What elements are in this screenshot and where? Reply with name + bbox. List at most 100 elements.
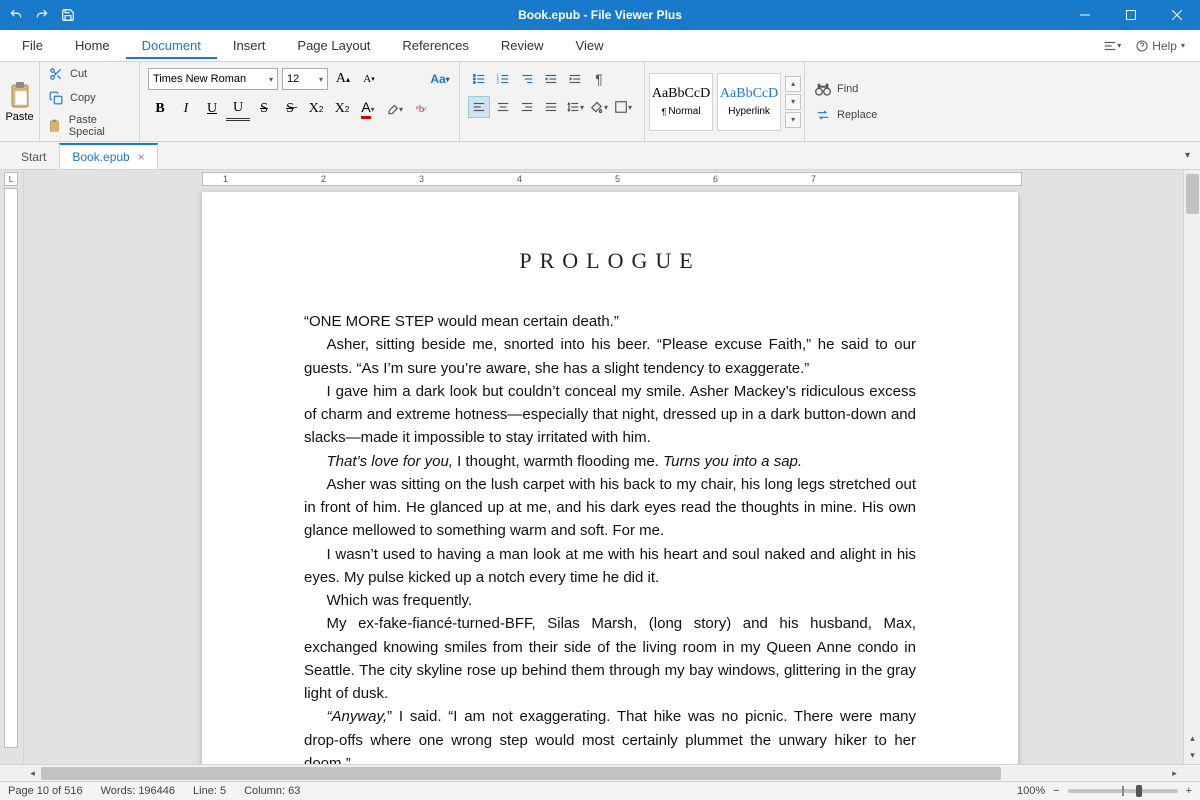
paragraph: Asher was sitting on the lush carpet wit… (304, 473, 916, 543)
replace-icon (815, 107, 831, 123)
window-title: Book.epub - File Viewer Plus (518, 8, 682, 22)
underline-button[interactable]: U (200, 97, 224, 121)
horizontal-ruler[interactable]: 1 2 3 4 5 6 7 (24, 170, 1183, 188)
menu-review[interactable]: Review (485, 32, 560, 59)
close-button[interactable] (1154, 0, 1200, 30)
statusbar: Page 10 of 516 Words: 196446 Line: 5 Col… (0, 781, 1200, 800)
titlebar: Book.epub - File Viewer Plus (0, 0, 1200, 30)
paste-special-button[interactable]: Paste Special (44, 112, 135, 140)
tabbar-expand-icon[interactable]: ▾ (1181, 148, 1194, 163)
line-spacing-icon[interactable]: ▾ (564, 96, 586, 118)
zoom-value[interactable]: 100% (1017, 785, 1045, 797)
document-body[interactable]: “ONE MORE STEP would mean certain death.… (304, 310, 916, 764)
decrease-indent-icon[interactable] (540, 68, 562, 90)
font-size-value: 12 (287, 73, 299, 85)
zoom-slider[interactable] (1068, 789, 1178, 793)
styles-scroll-down[interactable]: ▾ (785, 94, 801, 110)
horizontal-scrollbar[interactable]: ◂ ▸ (0, 764, 1200, 781)
menu-document[interactable]: Document (126, 32, 217, 59)
replace-button[interactable]: Replace (811, 105, 887, 125)
highlight-button[interactable]: ▾ (382, 97, 406, 121)
scroll-up-icon[interactable]: ▴ (1184, 730, 1200, 747)
change-case-button[interactable]: Aa▾ (429, 68, 451, 90)
status-column: Column: 63 (244, 785, 300, 797)
menu-page-layout[interactable]: Page Layout (281, 32, 386, 59)
page[interactable]: PROLOGUE “ONE MORE STEP would mean certa… (202, 192, 1018, 764)
paste-button[interactable]: Paste (1, 77, 37, 127)
scroll-down-icon[interactable]: ▾ (1184, 747, 1200, 764)
font-name-select[interactable]: Times New Roman ▾ (148, 68, 278, 90)
menu-insert[interactable]: Insert (217, 32, 282, 59)
vertical-scrollbar[interactable]: ▴ ▾ (1183, 170, 1200, 764)
tab-start[interactable]: Start (8, 144, 59, 169)
borders-icon[interactable]: ▾ (612, 96, 634, 118)
scrollbar-thumb[interactable] (1186, 174, 1199, 214)
zoom-out-icon[interactable]: − (1053, 785, 1059, 797)
chevron-down-icon: ▾ (269, 75, 273, 84)
multilevel-list-icon[interactable] (516, 68, 538, 90)
status-page[interactable]: Page 10 of 516 (8, 785, 83, 797)
status-words[interactable]: Words: 196446 (101, 785, 175, 797)
font-color-button[interactable]: A▾ (356, 97, 380, 121)
help-button[interactable]: Help▾ (1127, 34, 1194, 58)
scroll-left-icon[interactable]: ◂ (24, 765, 41, 782)
double-underline-button[interactable]: U (226, 97, 250, 121)
style-normal-preview: AaBbCcD (652, 86, 710, 102)
styles-expand[interactable]: ▾ (785, 112, 801, 128)
redo-icon[interactable] (34, 7, 50, 23)
italic-button[interactable]: I (174, 97, 198, 121)
replace-label: Replace (837, 109, 877, 121)
find-label: Find (837, 83, 858, 95)
style-hyperlink[interactable]: AaBbCcD Hyperlink (717, 73, 781, 131)
chevron-down-icon: ▾ (319, 75, 323, 84)
menu-view[interactable]: View (560, 32, 620, 59)
shrink-font-icon[interactable]: A▾ (358, 68, 380, 90)
scroll-right-icon[interactable]: ▸ (1166, 765, 1183, 782)
maximize-button[interactable] (1108, 0, 1154, 30)
align-center-icon[interactable] (492, 96, 514, 118)
styles-scroll-up[interactable]: ▴ (785, 76, 801, 92)
zoom-slider-thumb[interactable] (1136, 785, 1142, 797)
menu-file[interactable]: File (6, 32, 59, 59)
align-justify-icon[interactable] (540, 96, 562, 118)
style-normal[interactable]: AaBbCcD ¶Normal (649, 73, 713, 131)
increase-indent-icon[interactable] (564, 68, 586, 90)
style-normal-label: Normal (668, 106, 700, 117)
paragraph: Asher, sitting beside me, snorted into h… (304, 333, 916, 380)
bullet-list-icon[interactable] (468, 68, 490, 90)
tab-book[interactable]: Book.epub× (59, 143, 157, 169)
cut-button[interactable]: Cut (44, 64, 135, 84)
font-name-value: Times New Roman (153, 73, 246, 85)
subscript-button[interactable]: X2 (330, 97, 354, 121)
copy-button[interactable]: Copy (44, 88, 135, 108)
ruler-corner[interactable]: L (4, 172, 18, 186)
pilcrow-icon[interactable]: ¶ (588, 68, 610, 90)
align-right-icon[interactable] (516, 96, 538, 118)
double-strike-button[interactable]: S̶ (278, 97, 302, 121)
scrollbar-thumb[interactable] (41, 767, 1001, 780)
grow-font-icon[interactable]: A▴ (332, 68, 354, 90)
shading-icon[interactable]: ▾ (588, 96, 610, 118)
document-canvas[interactable]: 1 2 3 4 5 6 7 PROLOGUE “ONE MORE STEP wo… (24, 170, 1183, 764)
binoculars-icon (815, 81, 831, 97)
ribbon-options-icon[interactable]: ▾ (1101, 35, 1123, 57)
clear-format-button[interactable]: ᵃb̷ (408, 97, 432, 121)
menu-home[interactable]: Home (59, 32, 126, 59)
superscript-button[interactable]: X2 (304, 97, 328, 121)
number-list-icon[interactable]: 123 (492, 68, 514, 90)
vertical-ruler: L (0, 170, 24, 764)
close-tab-icon[interactable]: × (138, 150, 145, 164)
font-size-select[interactable]: 12 ▾ (282, 68, 328, 90)
paragraph: “ONE MORE STEP would mean certain death.… (304, 310, 916, 333)
zoom-in-icon[interactable]: + (1186, 785, 1192, 797)
undo-icon[interactable] (8, 7, 24, 23)
minimize-button[interactable] (1062, 0, 1108, 30)
menu-references[interactable]: References (386, 32, 484, 59)
paste-special-icon (48, 118, 63, 134)
bold-button[interactable]: B (148, 97, 172, 121)
strikethrough-button[interactable]: S (252, 97, 276, 121)
save-icon[interactable] (60, 7, 76, 23)
find-button[interactable]: Find (811, 79, 887, 99)
style-hyperlink-label: Hyperlink (728, 106, 770, 117)
align-left-icon[interactable] (468, 96, 490, 118)
